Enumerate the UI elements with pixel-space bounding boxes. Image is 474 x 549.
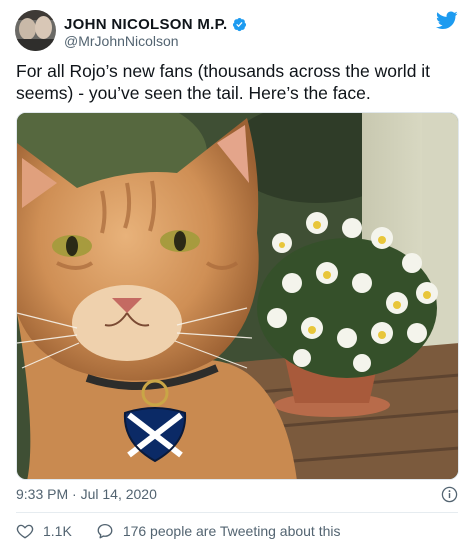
like-count: 1.1K [43,523,72,539]
conversation-icon [97,523,113,539]
avatar-body [15,39,56,51]
avatar-face-right [35,16,52,39]
tweet-card: JOHN NICOLSON M.P. @MrJohnNicolson For a… [0,0,474,549]
conversation-label: 176 people are Tweeting about this [122,523,341,539]
author-handle[interactable]: @MrJohnNicolson [64,33,179,49]
author-display-name[interactable]: JOHN NICOLSON M.P. [64,16,227,33]
tweet-photo[interactable] [16,112,459,480]
verified-badge-icon [233,17,247,31]
info-icon[interactable] [441,486,458,503]
author-avatar[interactable] [15,10,56,51]
tweet-actions: 1.1K 176 people are Tweeting about this [16,521,365,541]
avatar-hair [15,10,56,20]
cat-photo-illustration [17,113,458,479]
footer-divider [16,512,458,513]
like-action[interactable]: 1.1K [16,522,72,540]
tweet-timestamp[interactable]: 9:33 PM · Jul 14, 2020 [16,486,157,502]
conversation-action[interactable]: 176 people are Tweeting about this [96,522,341,540]
avatar-face-left [19,18,36,40]
twitter-bird-icon[interactable] [436,11,458,30]
heart-icon [16,524,34,539]
tweet-text: For all Rojo’s new fans (thousands acros… [16,61,431,103]
author-name-row[interactable]: JOHN NICOLSON M.P. [64,15,247,33]
